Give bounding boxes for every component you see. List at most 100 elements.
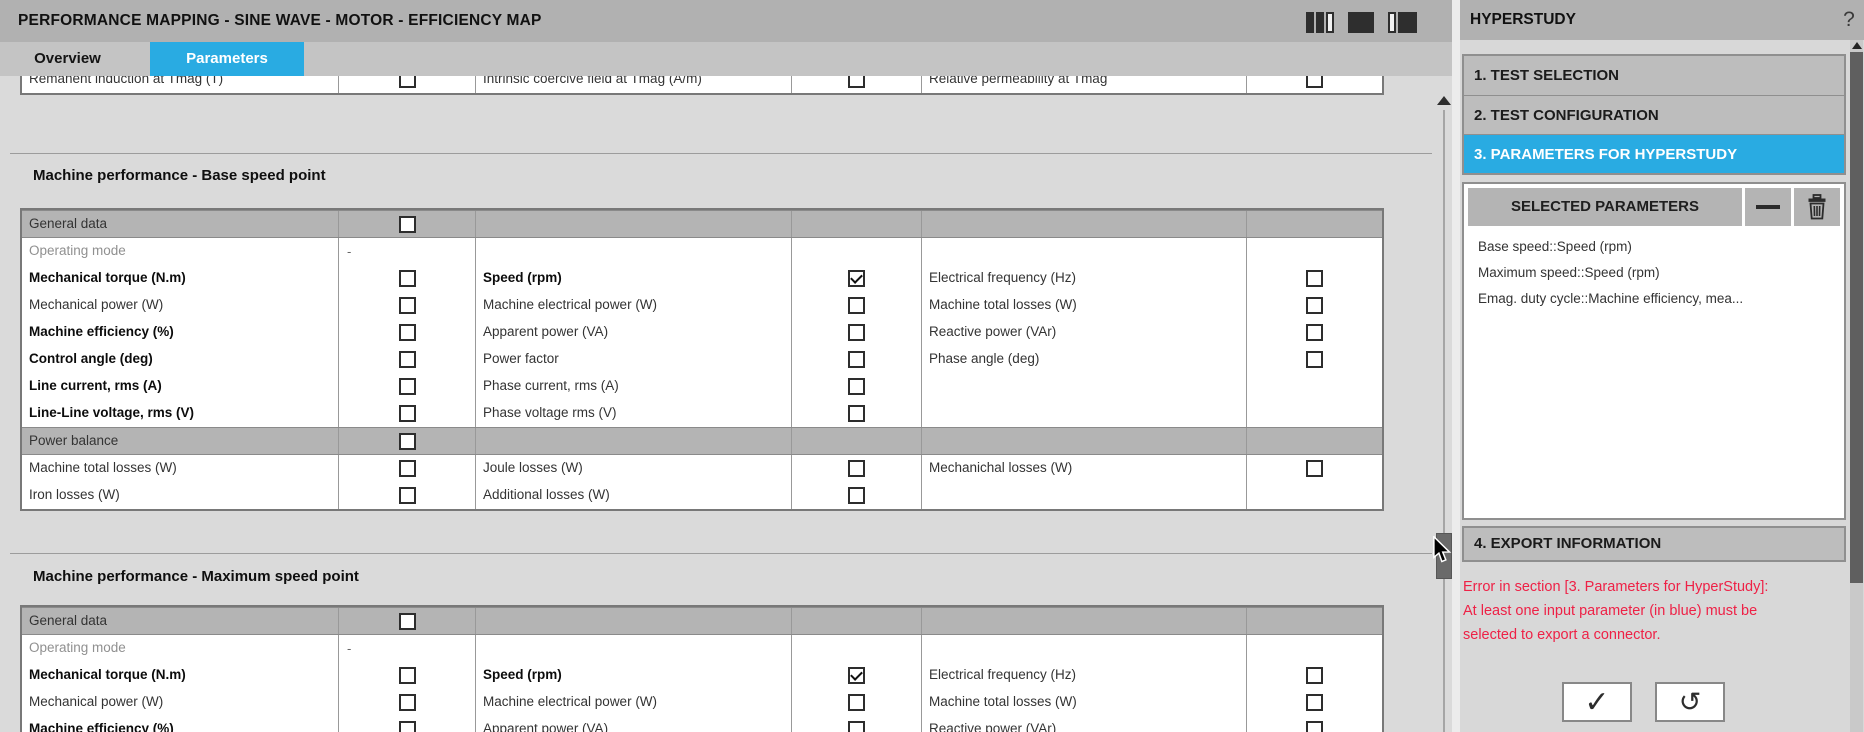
parameter-checkbox[interactable] bbox=[398, 694, 416, 711]
param-checkbox-cell: - bbox=[339, 635, 476, 662]
group-header-label: General data bbox=[22, 211, 339, 237]
parameter-checkbox[interactable] bbox=[398, 405, 416, 422]
parameter-checkbox[interactable] bbox=[1306, 667, 1323, 684]
parameter-checkbox[interactable] bbox=[398, 460, 416, 477]
section-separator bbox=[10, 553, 1432, 554]
group-header-label: General data bbox=[22, 608, 339, 634]
parameter-checkbox[interactable] bbox=[848, 694, 865, 711]
param-label bbox=[922, 373, 1247, 400]
section-parameters-for-hyperstudy[interactable]: 3. PARAMETERS FOR HYPERSTUDY bbox=[1464, 134, 1844, 173]
main-scrollbar-track[interactable] bbox=[1443, 110, 1445, 732]
empty-cell bbox=[1247, 428, 1382, 454]
panel-scroll-up-icon[interactable] bbox=[1852, 42, 1862, 49]
param-checkbox-cell bbox=[1247, 373, 1382, 400]
list-item[interactable]: Base speed::Speed (rpm) bbox=[1468, 234, 1840, 260]
param-label: Apparent power (VA) bbox=[476, 319, 792, 346]
param-checkbox-cell bbox=[339, 346, 476, 373]
param-label: Joule losses (W) bbox=[476, 455, 792, 482]
parameter-checkbox[interactable] bbox=[848, 297, 865, 314]
param-label: Relative permeability at Tmag bbox=[922, 76, 1247, 93]
list-item[interactable]: Emag. duty cycle::Machine efficiency, me… bbox=[1468, 286, 1840, 312]
param-checkbox-cell bbox=[1247, 346, 1382, 373]
parameter-checkbox[interactable] bbox=[398, 721, 416, 732]
parameter-checkbox[interactable] bbox=[1306, 460, 1323, 477]
page-title: PERFORMANCE MAPPING - SINE WAVE - MOTOR … bbox=[18, 12, 542, 29]
param-checkbox-cell bbox=[792, 482, 922, 509]
parameter-checkbox[interactable] bbox=[1306, 721, 1323, 732]
parameter-checkbox[interactable] bbox=[848, 460, 865, 477]
clipped-table-row-wrap: Remanent induction at Tmag (T) Intrinsic … bbox=[20, 76, 1384, 95]
panel-divider bbox=[1452, 0, 1460, 732]
main-titlebar: PERFORMANCE MAPPING - SINE WAVE - MOTOR … bbox=[0, 0, 1452, 42]
param-checkbox-cell bbox=[339, 400, 476, 427]
param-checkbox-cell bbox=[1247, 482, 1382, 509]
parameter-checkbox[interactable] bbox=[1306, 351, 1323, 368]
empty-cell bbox=[792, 211, 922, 237]
table-row: Mechanical torque (N.m) Speed (rpm) Electr… bbox=[22, 265, 1382, 292]
parameter-checkbox[interactable] bbox=[398, 215, 416, 233]
parameter-checkbox[interactable] bbox=[398, 667, 416, 684]
parameter-checkbox[interactable] bbox=[848, 487, 865, 504]
table-row: Mechanical power (W) Machine electrical p… bbox=[22, 292, 1382, 319]
tab-overview[interactable]: Overview bbox=[0, 42, 135, 76]
table-row: Mechanical torque (N.m) Speed (rpm) Electr… bbox=[22, 662, 1382, 689]
parameter-checkbox[interactable] bbox=[398, 378, 416, 395]
empty-cell bbox=[476, 428, 792, 454]
section-test-selection[interactable]: 1. TEST SELECTION bbox=[1464, 56, 1844, 95]
single-pane-view-icon[interactable] bbox=[1348, 11, 1374, 33]
parameter-checkbox[interactable] bbox=[848, 378, 865, 395]
selected-parameters-header: SELECTED PARAMETERS bbox=[1468, 188, 1840, 226]
parameter-checkbox[interactable] bbox=[848, 405, 865, 422]
parameter-checkbox[interactable] bbox=[398, 297, 416, 314]
parameter-checkbox-checked[interactable] bbox=[848, 667, 865, 684]
param-checkbox-cell bbox=[1247, 265, 1382, 292]
hyperstudy-titlebar: HYPERSTUDY bbox=[1460, 0, 1864, 40]
remove-parameter-icon bbox=[1756, 205, 1780, 209]
parameter-checkbox[interactable] bbox=[398, 270, 416, 287]
parameter-checkbox[interactable] bbox=[398, 612, 416, 630]
param-label: Mechanical torque (N.m) bbox=[22, 265, 339, 292]
table-row: Control angle (deg) Power factor Phase ang… bbox=[22, 346, 1382, 373]
parameter-checkbox[interactable] bbox=[1306, 297, 1323, 314]
parameter-checkbox[interactable] bbox=[1306, 324, 1323, 341]
param-label: Machine total losses (W) bbox=[922, 689, 1247, 716]
section-export-information[interactable]: 4. EXPORT INFORMATION bbox=[1462, 526, 1846, 562]
split-columns-view-icon[interactable] bbox=[1306, 11, 1334, 33]
param-label bbox=[922, 238, 1247, 265]
param-checkbox-cell bbox=[339, 292, 476, 319]
table-row: Operating mode - bbox=[22, 238, 1382, 265]
parameter-checkbox-checked[interactable] bbox=[848, 270, 865, 287]
sidebar-pane-view-icon[interactable] bbox=[1388, 11, 1417, 33]
parameter-checkbox[interactable] bbox=[848, 721, 865, 732]
scroll-up-icon[interactable] bbox=[1437, 96, 1451, 105]
layout-toolbar bbox=[1306, 11, 1417, 33]
parameter-checkbox[interactable] bbox=[1306, 270, 1323, 287]
param-label bbox=[476, 238, 792, 265]
list-item[interactable]: Maximum speed::Speed (rpm) bbox=[1468, 260, 1840, 286]
remove-parameter-button[interactable] bbox=[1745, 188, 1791, 226]
section-test-configuration[interactable]: 2. TEST CONFIGURATION bbox=[1464, 95, 1844, 134]
parameter-checkbox[interactable] bbox=[398, 324, 416, 341]
parameter-checkbox[interactable] bbox=[848, 324, 865, 341]
help-icon[interactable]: ? bbox=[1838, 4, 1860, 36]
param-label: Operating mode bbox=[22, 238, 339, 265]
parameter-checkbox[interactable] bbox=[398, 432, 416, 450]
clear-parameters-button[interactable] bbox=[1794, 188, 1840, 226]
confirm-button[interactable]: ✓ bbox=[1562, 682, 1632, 722]
parameter-checkbox[interactable] bbox=[848, 76, 865, 88]
parameter-checkbox[interactable] bbox=[1306, 694, 1323, 711]
parameter-checkbox[interactable] bbox=[848, 351, 865, 368]
parameter-checkbox[interactable] bbox=[1306, 76, 1323, 88]
section-heading-base-speed: Machine performance - Base speed point bbox=[33, 167, 326, 184]
parameter-checkbox[interactable] bbox=[398, 76, 416, 88]
param-checkbox-cell bbox=[1247, 76, 1382, 93]
reset-button[interactable]: ↺ bbox=[1655, 682, 1725, 722]
param-label: Power factor bbox=[476, 346, 792, 373]
parameter-checkbox[interactable] bbox=[398, 487, 416, 504]
param-checkbox-cell bbox=[1247, 662, 1382, 689]
parameter-checkbox[interactable] bbox=[398, 351, 416, 368]
tab-parameters[interactable]: Parameters bbox=[150, 42, 304, 76]
param-checkbox-cell bbox=[792, 346, 922, 373]
panel-scrollbar-thumb[interactable] bbox=[1850, 52, 1863, 583]
base-speed-table: General data Operating mode - Mechanical to… bbox=[20, 208, 1384, 511]
